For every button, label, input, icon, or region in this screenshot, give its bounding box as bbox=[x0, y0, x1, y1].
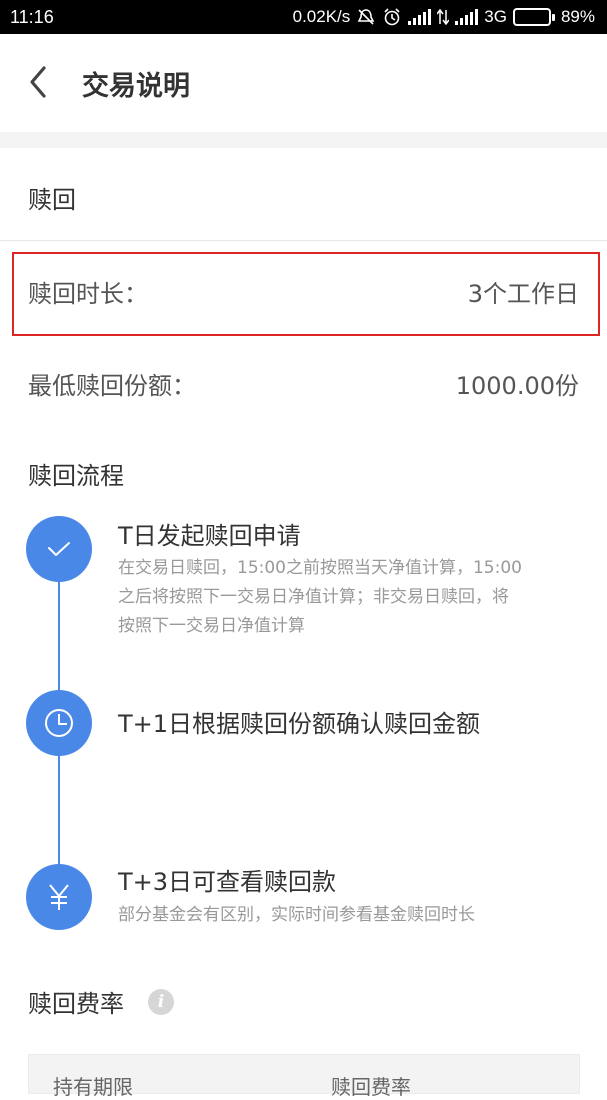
step-1-desc-line: 按照下一交易日净值计算 bbox=[118, 616, 305, 636]
step-1-desc-line: 在交易日赎回，15:00之前按照当天净值计算，15:00 bbox=[118, 558, 522, 578]
step-2-title: T+1日根据赎回份额确认赎回金额 bbox=[118, 710, 481, 738]
battery-icon bbox=[512, 8, 555, 26]
signal-icon-2 bbox=[455, 9, 479, 25]
page-title: 交易说明 bbox=[82, 71, 190, 102]
step-1-desc: 在交易日赎回，15:00之前按照当天净值计算，15:00 之后将按照下一交易日净… bbox=[118, 554, 588, 641]
status-bar: 11:16 0.02K/s 3G 89% bbox=[0, 0, 607, 34]
back-arrow-icon[interactable] bbox=[24, 62, 52, 102]
header: 交易说明 bbox=[0, 34, 607, 132]
highlight-box bbox=[12, 252, 600, 336]
section-title-fee: 赎回费率 bbox=[28, 990, 124, 1018]
clock-icon bbox=[26, 690, 92, 756]
header-divider bbox=[0, 132, 607, 148]
data-transfer-icon bbox=[437, 8, 450, 26]
status-right: 0.02K/s 3G 89% bbox=[293, 7, 595, 27]
min-redeem-value: 1000.00份 bbox=[455, 372, 579, 400]
alarm-icon bbox=[384, 8, 400, 26]
section-title-redeem: 赎回 bbox=[28, 186, 76, 214]
fee-column-header: 赎回费率 bbox=[331, 1075, 411, 1099]
min-redeem-row: 最低赎回份额： 1000.00份 bbox=[0, 352, 607, 412]
fee-column-header: 持有期限 bbox=[53, 1075, 133, 1099]
fee-table-header: 持有期限 赎回费率 bbox=[28, 1054, 580, 1099]
signal-icon bbox=[408, 9, 432, 25]
check-icon bbox=[26, 516, 92, 582]
step-3-title: T+3日可查看赎回款 bbox=[118, 868, 337, 896]
step-1-title: T日发起赎回申请 bbox=[118, 522, 301, 550]
divider bbox=[0, 240, 607, 241]
battery-percent: 89% bbox=[560, 7, 595, 26]
step-3-desc: 部分基金会有区别，实际时间参看基金赎回时长 bbox=[118, 905, 475, 925]
network-type: 3G bbox=[484, 7, 507, 26]
step-1-desc-line: 之后将按照下一交易日净值计算；非交易日赎回，将 bbox=[118, 587, 509, 607]
mute-icon bbox=[357, 9, 375, 25]
yen-icon bbox=[26, 864, 92, 930]
status-time: 11:16 bbox=[10, 7, 54, 27]
info-icon[interactable]: i bbox=[148, 989, 174, 1015]
min-redeem-label: 最低赎回份额： bbox=[28, 372, 196, 400]
section-title-process: 赎回流程 bbox=[28, 462, 124, 490]
status-speed: 0.02K/s bbox=[292, 7, 351, 26]
